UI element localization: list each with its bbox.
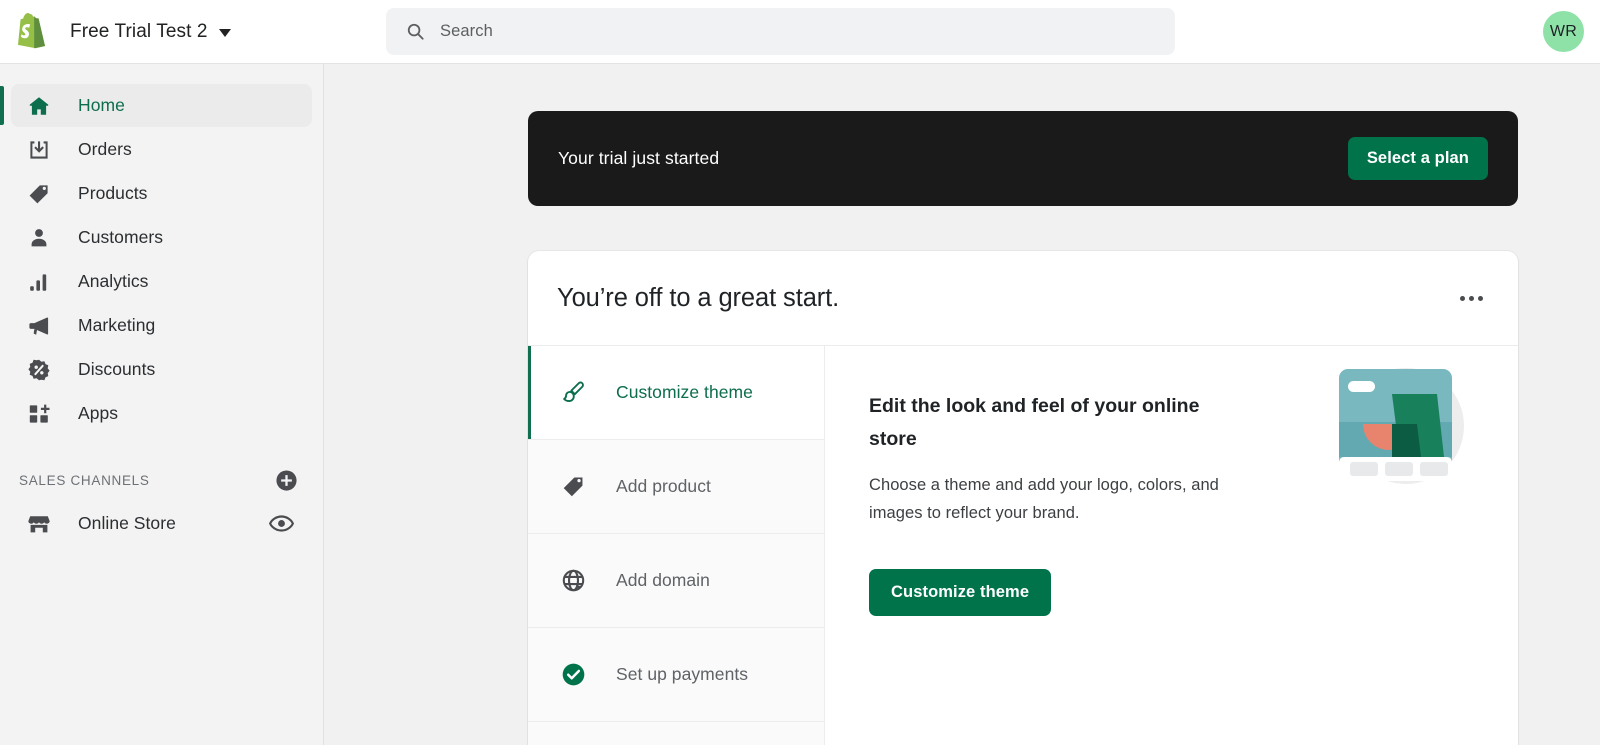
products-tag-icon <box>29 184 48 203</box>
sidebar-item-analytics[interactable]: Analytics <box>11 260 312 303</box>
sidebar-item-label: Apps <box>78 403 119 423</box>
select-a-plan-button[interactable]: Select a plan <box>1347 137 1488 180</box>
sidebar: Home Orders Products Customers Analytics <box>0 64 324 745</box>
search-icon <box>407 23 424 40</box>
check-circle-icon <box>562 663 585 686</box>
sidebar-item-label: Analytics <box>78 271 149 291</box>
trial-banner-text: Your trial just started <box>558 148 720 168</box>
setup-step-detail: Edit the look and feel of your online st… <box>825 346 1518 745</box>
setup-step-label: Set up payments <box>616 664 749 684</box>
main-content: Your trial just started Select a plan Yo… <box>325 64 1600 745</box>
shopify-bag-icon <box>18 12 45 48</box>
setup-step-label: Add product <box>616 476 711 496</box>
sidebar-item-label: Products <box>78 183 148 203</box>
ellipsis-icon[interactable] <box>1453 287 1490 310</box>
setup-step-label: Add domain <box>616 570 710 590</box>
sidebar-item-orders[interactable]: Orders <box>11 128 312 171</box>
sidebar-item-customers[interactable]: Customers <box>11 216 312 259</box>
sidebar-item-marketing[interactable]: Marketing <box>11 304 312 347</box>
sidebar-item-discounts[interactable]: Discounts <box>11 348 312 391</box>
setup-step-add-domain[interactable]: Add domain <box>528 534 824 628</box>
sidebar-item-products[interactable]: Products <box>11 172 312 215</box>
store-switcher[interactable]: Free Trial Test 2 <box>0 12 231 51</box>
globe-icon <box>562 569 585 592</box>
trial-banner: Your trial just started Select a plan <box>528 111 1518 206</box>
sidebar-item-label: Online Store <box>78 513 176 533</box>
detail-title: Edit the look and feel of your online st… <box>869 395 1200 450</box>
setup-step-set-up-payments[interactable]: Set up payments <box>528 628 824 722</box>
avatar[interactable]: WR <box>1543 11 1584 52</box>
chevron-down-icon <box>218 29 231 37</box>
top-bar: Free Trial Test 2 Search WR <box>0 0 1600 64</box>
search-placeholder: Search <box>440 22 493 40</box>
avatar-initials: WR <box>1549 22 1578 40</box>
sidebar-item-label: Marketing <box>78 315 156 335</box>
setup-step-add-product[interactable]: Add product <box>528 440 824 534</box>
setup-card-body: Customize theme Add product Add domain S… <box>528 346 1518 745</box>
setup-step-customize-theme[interactable]: Customize theme <box>528 346 824 440</box>
tag-icon <box>563 477 583 497</box>
setup-steps-list: Customize theme Add product Add domain S… <box>528 346 825 745</box>
apps-grid-plus-icon <box>29 404 50 423</box>
marketing-megaphone-icon <box>29 316 49 335</box>
storefront-icon <box>28 515 50 532</box>
store-name: Free Trial Test 2 <box>70 20 208 42</box>
online-store-preview-illustration <box>1339 368 1464 484</box>
sidebar-item-online-store[interactable]: Online Store <box>11 502 312 545</box>
home-icon <box>29 96 49 115</box>
eye-icon[interactable] <box>269 511 294 536</box>
sidebar-item-label: Customers <box>78 227 164 247</box>
sales-channels-title: SALES CHANNELS <box>19 472 150 488</box>
customers-person-icon <box>31 228 47 246</box>
plus-circle-icon[interactable] <box>275 469 298 492</box>
setup-card-header: You’re off to a great start. <box>528 251 1518 346</box>
sidebar-item-apps[interactable]: Apps <box>11 392 312 435</box>
setup-guide-card: You’re off to a great start. Customize t… <box>528 251 1518 745</box>
sales-channels-header: SALES CHANNELS <box>11 460 312 500</box>
detail-description: Choose a theme and add your logo, colors… <box>869 476 1219 522</box>
sidebar-item-label: Discounts <box>78 359 156 379</box>
setup-step-label: Customize theme <box>616 382 753 402</box>
sidebar-item-label: Orders <box>78 139 132 159</box>
sidebar-item-label: Home <box>78 95 125 115</box>
orders-icon <box>30 140 48 159</box>
sidebar-item-home[interactable]: Home <box>0 84 312 127</box>
analytics-bars-icon <box>30 273 47 291</box>
page-title: You’re off to a great start. <box>557 283 840 312</box>
customize-theme-button[interactable]: Customize theme <box>869 569 1052 616</box>
search-input[interactable]: Search <box>386 8 1175 55</box>
discounts-percent-icon <box>28 359 50 380</box>
paintbrush-icon <box>563 381 584 402</box>
